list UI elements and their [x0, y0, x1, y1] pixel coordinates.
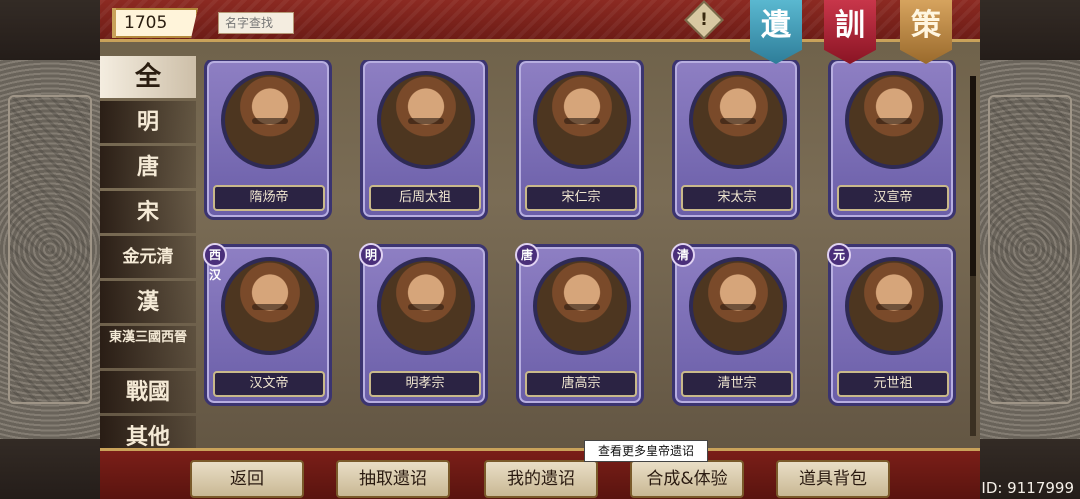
emperor-card[interactable]: 元 元世祖	[827, 243, 956, 406]
dynasty-badge: 西汉	[203, 243, 227, 282]
my-edicts-button[interactable]: 我的遗诏	[484, 460, 598, 498]
emperor-portrait	[377, 257, 475, 355]
back-button[interactable]: 返回	[190, 460, 304, 498]
emperor-portrait	[221, 257, 319, 355]
dynasty-tab-song[interactable]: 宋	[100, 191, 196, 233]
emperor-card[interactable]: 明 明孝宗	[359, 243, 488, 406]
dynasty-badge: 清	[671, 243, 695, 267]
emperor-card[interactable]: 汉宣帝	[828, 60, 956, 220]
bottom-bar: 返回 抽取遗诏 我的遗诏 合成&体验 道具背包	[100, 448, 980, 499]
emperor-card[interactable]: 宋仁宗	[516, 60, 644, 220]
emperor-portrait	[689, 257, 787, 355]
left-panel-frame-top	[0, 0, 100, 60]
emperor-name: 清世宗	[681, 371, 793, 397]
emperor-portrait	[533, 257, 631, 355]
emperor-card[interactable]: 西汉 汉文帝	[203, 243, 332, 406]
draw-edict-button[interactable]: 抽取遗诏	[336, 460, 450, 498]
emperor-name: 宋仁宗	[525, 185, 637, 211]
banner-yizhao[interactable]: 遺	[750, 0, 802, 64]
emperor-card[interactable]: 隋炀帝	[204, 60, 332, 220]
currency-counter: 1705	[112, 8, 198, 38]
grid-scrollbar[interactable]	[970, 76, 976, 436]
dynasty-tab-donghan-sanguo-xijin[interactable]: 東漢三國西晉	[100, 326, 196, 368]
emperor-card[interactable]: 唐 唐高宗	[515, 243, 644, 406]
emperor-name: 唐高宗	[525, 371, 637, 397]
emperor-name: 汉文帝	[213, 371, 325, 397]
player-id-label: ID: 9117999	[981, 479, 1074, 497]
compose-experience-button[interactable]: 合成&体验	[630, 460, 744, 498]
dynasty-tab-han[interactable]: 漢	[100, 281, 196, 323]
right-dragon-panel	[980, 0, 1080, 499]
emperor-portrait	[689, 71, 787, 169]
dynasty-tab-ming[interactable]: 明	[100, 101, 196, 143]
grid-scroll-thumb[interactable]	[970, 76, 976, 276]
emperor-grid: 隋炀帝 后周太祖 宋仁宗 宋太宗 汉宣帝 西汉 汉文帝 明 明孝宗 唐 唐高宗 …	[196, 60, 970, 444]
emperor-name: 元世祖	[837, 371, 949, 397]
more-edicts-tooltip[interactable]: 查看更多皇帝遗诏	[584, 440, 708, 462]
emperor-card[interactable]: 后周太祖	[360, 60, 488, 220]
dynasty-tab-zhanguo[interactable]: 戰國	[100, 371, 196, 413]
emperor-card[interactable]: 清 清世宗	[671, 243, 800, 406]
left-dragon-panel	[0, 0, 100, 499]
banner-xun[interactable]: 訓	[824, 0, 876, 64]
dynasty-badge: 明	[359, 243, 383, 267]
dynasty-tab-all[interactable]: 全	[100, 56, 196, 98]
emperor-name: 后周太祖	[369, 185, 481, 211]
banner-ce[interactable]: 策	[900, 0, 952, 64]
right-panel-frame-top	[980, 0, 1080, 60]
emperor-name: 明孝宗	[369, 371, 481, 397]
name-search-input[interactable]	[218, 12, 294, 34]
left-panel-frame-bottom	[0, 439, 100, 499]
emperor-portrait	[221, 71, 319, 169]
item-bag-button[interactable]: 道具背包	[776, 460, 890, 498]
emperor-card[interactable]: 宋太宗	[672, 60, 800, 220]
emperor-name: 隋炀帝	[213, 185, 325, 211]
dynasty-badge: 唐	[515, 243, 539, 267]
emperor-name: 宋太宗	[681, 185, 793, 211]
alert-glyph: !	[700, 10, 708, 30]
emperor-portrait	[845, 71, 943, 169]
emperor-portrait	[533, 71, 631, 169]
dynasty-badge: 元	[827, 243, 851, 267]
emperor-portrait	[377, 71, 475, 169]
emperor-name: 汉宣帝	[837, 185, 949, 211]
dynasty-tab-tang[interactable]: 唐	[100, 146, 196, 188]
dynasty-filter-list: 全 明 唐 宋 金元清 漢 東漢三國西晉 戰國 其他	[100, 56, 196, 461]
emperor-portrait	[845, 257, 943, 355]
dynasty-tab-jin-yuan-qing[interactable]: 金元清	[100, 236, 196, 278]
collection-screen: 1705 ! 遺 訓 策 全 明 唐 宋 金元清 漢 東漢三國西晉 戰國 其他 …	[100, 0, 980, 499]
alert-icon[interactable]: !	[684, 0, 724, 40]
